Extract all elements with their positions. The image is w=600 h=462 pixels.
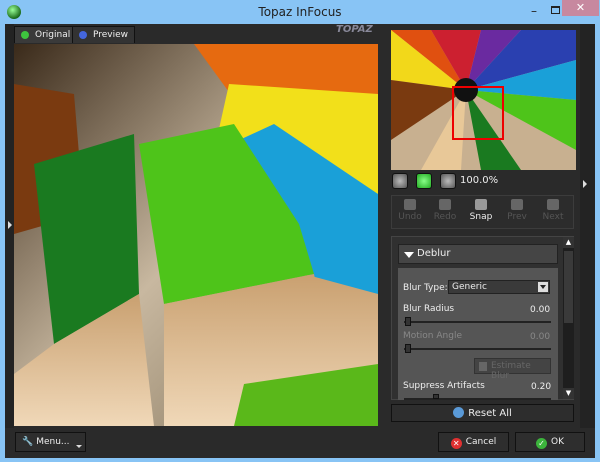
scrollbar-thumb[interactable] — [564, 251, 573, 323]
camera-icon — [475, 199, 487, 210]
suppress-artifacts-value: 0.20 — [531, 382, 552, 392]
ok-button[interactable]: ✓ OK — [515, 432, 585, 452]
collapse-triangle-icon — [404, 252, 414, 258]
settings-scrollbar[interactable]: ▲ ▼ — [563, 237, 574, 399]
check-icon: ✓ — [536, 438, 547, 449]
scroll-up-icon[interactable]: ▲ — [563, 237, 574, 248]
prev-icon — [511, 199, 523, 210]
reset-all-button[interactable]: Reset All — [391, 404, 574, 422]
menu-label: Menu... — [36, 437, 70, 447]
reset-icon — [453, 407, 465, 418]
undo-label: Undo — [398, 212, 422, 222]
ok-label: OK — [551, 437, 564, 447]
motion-angle-slider-handle[interactable] — [405, 344, 411, 353]
prev-button[interactable]: Prev — [500, 199, 534, 222]
deblur-title: Deblur — [417, 248, 451, 259]
tab-preview[interactable]: Preview — [72, 26, 136, 43]
suppress-artifacts-label: Suppress Artifacts — [403, 381, 485, 391]
right-panel-toggle[interactable] — [580, 24, 595, 429]
cancel-button[interactable]: ✕ Cancel — [438, 432, 509, 452]
redo-icon — [439, 199, 451, 210]
minimize-button[interactable]: – — [525, 4, 543, 18]
wrench-icon: 🔧 — [22, 437, 34, 447]
redo-button[interactable]: Redo — [428, 199, 462, 222]
undo-button[interactable]: Undo — [393, 199, 427, 222]
blur-radius-label: Blur Radius — [403, 304, 455, 314]
motion-angle-label: Motion Angle — [403, 331, 462, 341]
close-button[interactable]: ✕ — [562, 0, 599, 16]
arrow-right-icon — [8, 221, 12, 229]
zoom-out-button[interactable] — [392, 173, 408, 189]
estimate-icon — [479, 362, 487, 371]
green-dot-icon — [21, 31, 29, 39]
dropdown-arrow-icon — [76, 445, 82, 448]
chevron-down-icon — [538, 282, 548, 292]
redo-label: Redo — [433, 212, 457, 222]
blur-type-label: Blur Type: — [403, 283, 448, 293]
next-button[interactable]: Next — [536, 199, 570, 222]
blur-radius-value: 0.00 — [530, 305, 551, 315]
zoom-in-button[interactable] — [416, 173, 432, 189]
blur-radius-slider-handle[interactable] — [405, 317, 411, 326]
blur-type-value: Generic — [452, 282, 487, 292]
suppress-artifacts-slider[interactable] — [404, 398, 551, 400]
snap-label: Snap — [469, 212, 493, 222]
undo-icon — [404, 199, 416, 210]
deblur-section-header[interactable]: Deblur — [398, 244, 558, 264]
left-panel-toggle[interactable] — [5, 24, 14, 429]
next-label: Next — [542, 212, 564, 222]
cancel-icon: ✕ — [450, 438, 462, 449]
prev-label: Prev — [507, 212, 527, 222]
reset-all-label: Reset All — [468, 408, 512, 419]
snap-button[interactable]: Snap — [464, 199, 498, 222]
image-canvas[interactable] — [14, 44, 378, 426]
blur-type-select[interactable]: Generic — [448, 280, 550, 294]
zoom-fit-button[interactable] — [440, 173, 456, 189]
blue-dot-icon — [79, 31, 87, 39]
tab-original[interactable]: Original — [14, 26, 78, 43]
blur-radius-slider[interactable] — [404, 321, 551, 323]
pencils-photo — [14, 44, 378, 426]
window-title: Topaz InFocus — [258, 5, 342, 19]
suppress-artifacts-slider-handle[interactable] — [433, 394, 439, 399]
tab-label: Original — [35, 30, 71, 40]
arrow-right-icon — [583, 180, 587, 188]
navigator-viewport-rect[interactable] — [452, 86, 504, 140]
cancel-label: Cancel — [465, 437, 497, 447]
motion-angle-slider[interactable] — [404, 348, 551, 350]
next-icon — [547, 199, 559, 210]
topaz-logo: TOPAZ — [336, 24, 373, 35]
scroll-down-icon[interactable]: ▼ — [563, 388, 574, 399]
zoom-level: 100.0% — [460, 175, 499, 186]
motion-angle-value: 0.00 — [530, 332, 551, 342]
estimate-blur-button[interactable]: Estimate Blur — [474, 358, 551, 381]
tab-label: Preview — [93, 30, 129, 40]
menu-button[interactable]: 🔧 Menu... — [15, 432, 86, 452]
